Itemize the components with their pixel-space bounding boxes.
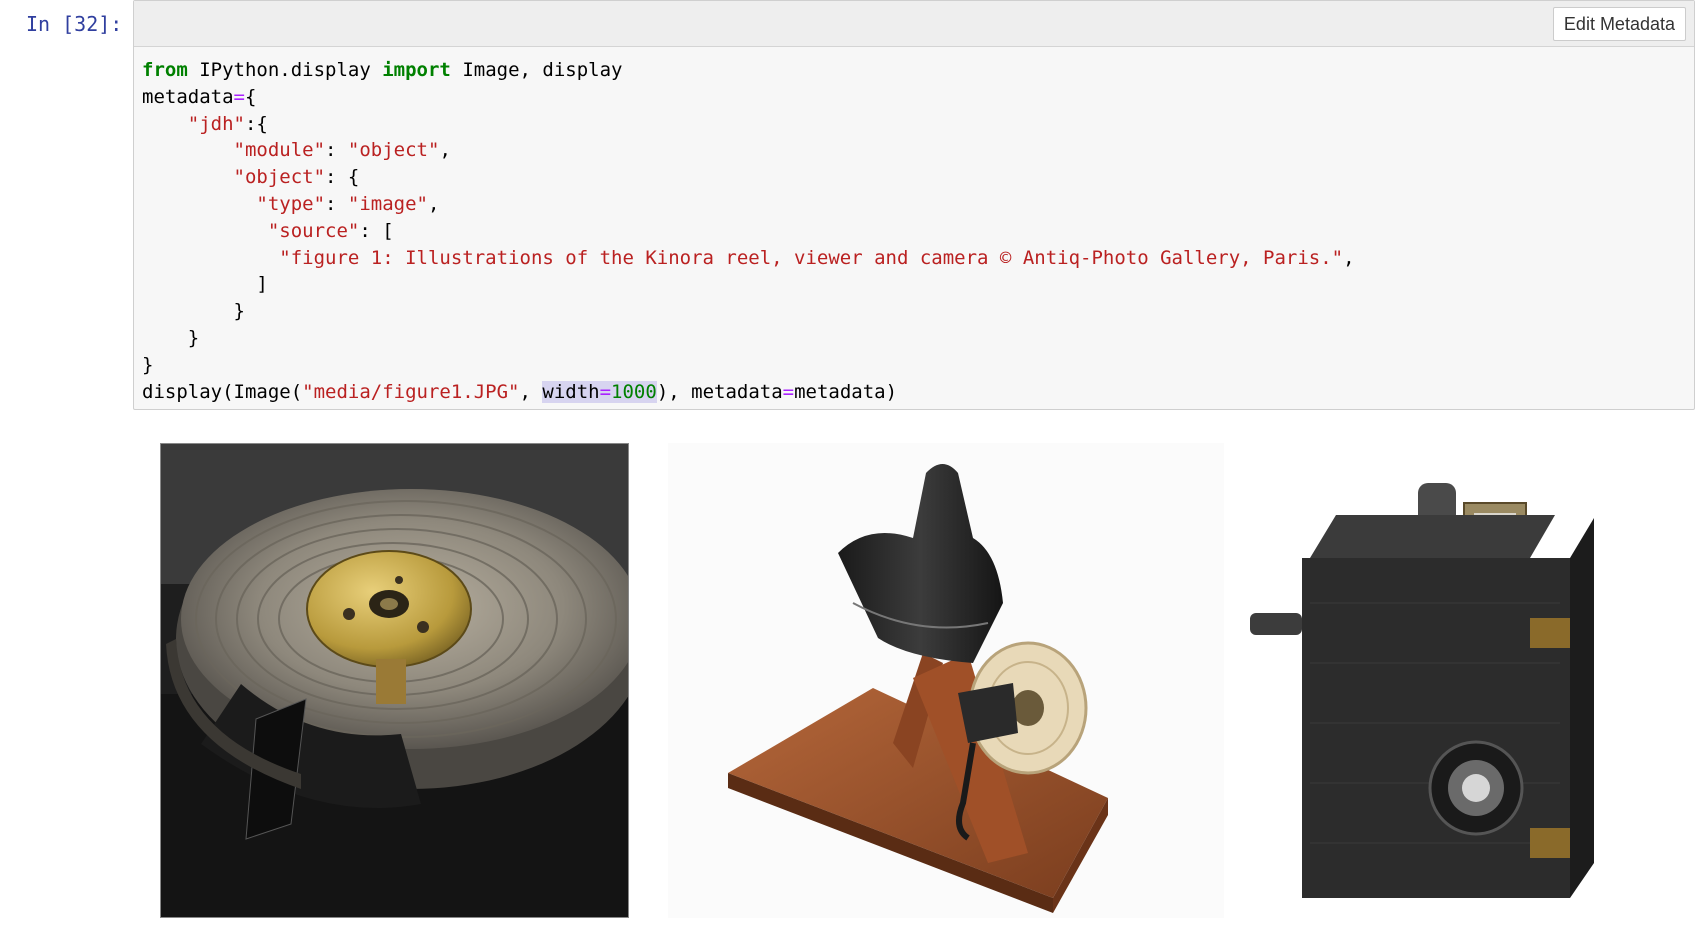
string-literal: "type" [256,192,326,215]
code-text: Image, display [450,59,623,81]
string-literal: "object" [233,166,326,189]
code-text: ] [142,273,268,296]
kinora-camera-image [1240,443,1658,918]
input-prompt: In [32]: [26,12,123,36]
operator: = [233,85,245,108]
code-text: ), metadata [656,380,783,403]
kinora-viewer-image [668,443,1224,918]
code-text: : [ [359,219,394,242]
code-text: } [142,326,200,349]
code-text: : [325,139,348,162]
code-text: width [542,380,600,403]
code-text: metadata) [794,380,898,403]
string-literal: "module" [233,139,326,162]
code-text: display(Image( [142,380,303,403]
code-text: , [428,192,440,215]
code-text: , [1343,246,1355,269]
code-text: :{ [244,112,268,135]
edit-metadata-button[interactable]: Edit Metadata [1552,7,1686,41]
operator: = [782,380,795,403]
cell-output [160,443,1660,918]
number-literal: 1000 [611,380,657,403]
operator: = [599,380,612,403]
kinora-reel-image [160,443,629,918]
string-literal: "source" [267,219,360,242]
code-text: IPython.display [187,59,383,81]
string-literal: "image" [347,192,428,215]
code-text: , [519,380,543,403]
code-text: : [325,192,348,215]
selection-highlight: width=1000 [542,380,657,403]
code-text: metadata [142,85,234,108]
code-text: } [142,300,245,323]
code-cell[interactable]: Edit Metadata from IPython.display impor… [133,0,1695,410]
string-literal: "media/figure1.JPG" [302,380,520,403]
code-text: : { [325,166,360,189]
keyword: import [382,59,451,81]
string-literal: "figure 1: Illustrations of the Kinora r… [279,246,1344,269]
keyword: from [142,59,188,81]
code-text: , [439,139,451,162]
string-literal: "jdh" [187,112,245,135]
code-editor[interactable]: from IPython.display import Image, displ… [142,57,1355,405]
code-text: } [142,353,154,376]
cell-toolbar: Edit Metadata [134,1,1694,47]
code-text: { [244,85,257,108]
string-literal: "object" [347,139,440,162]
